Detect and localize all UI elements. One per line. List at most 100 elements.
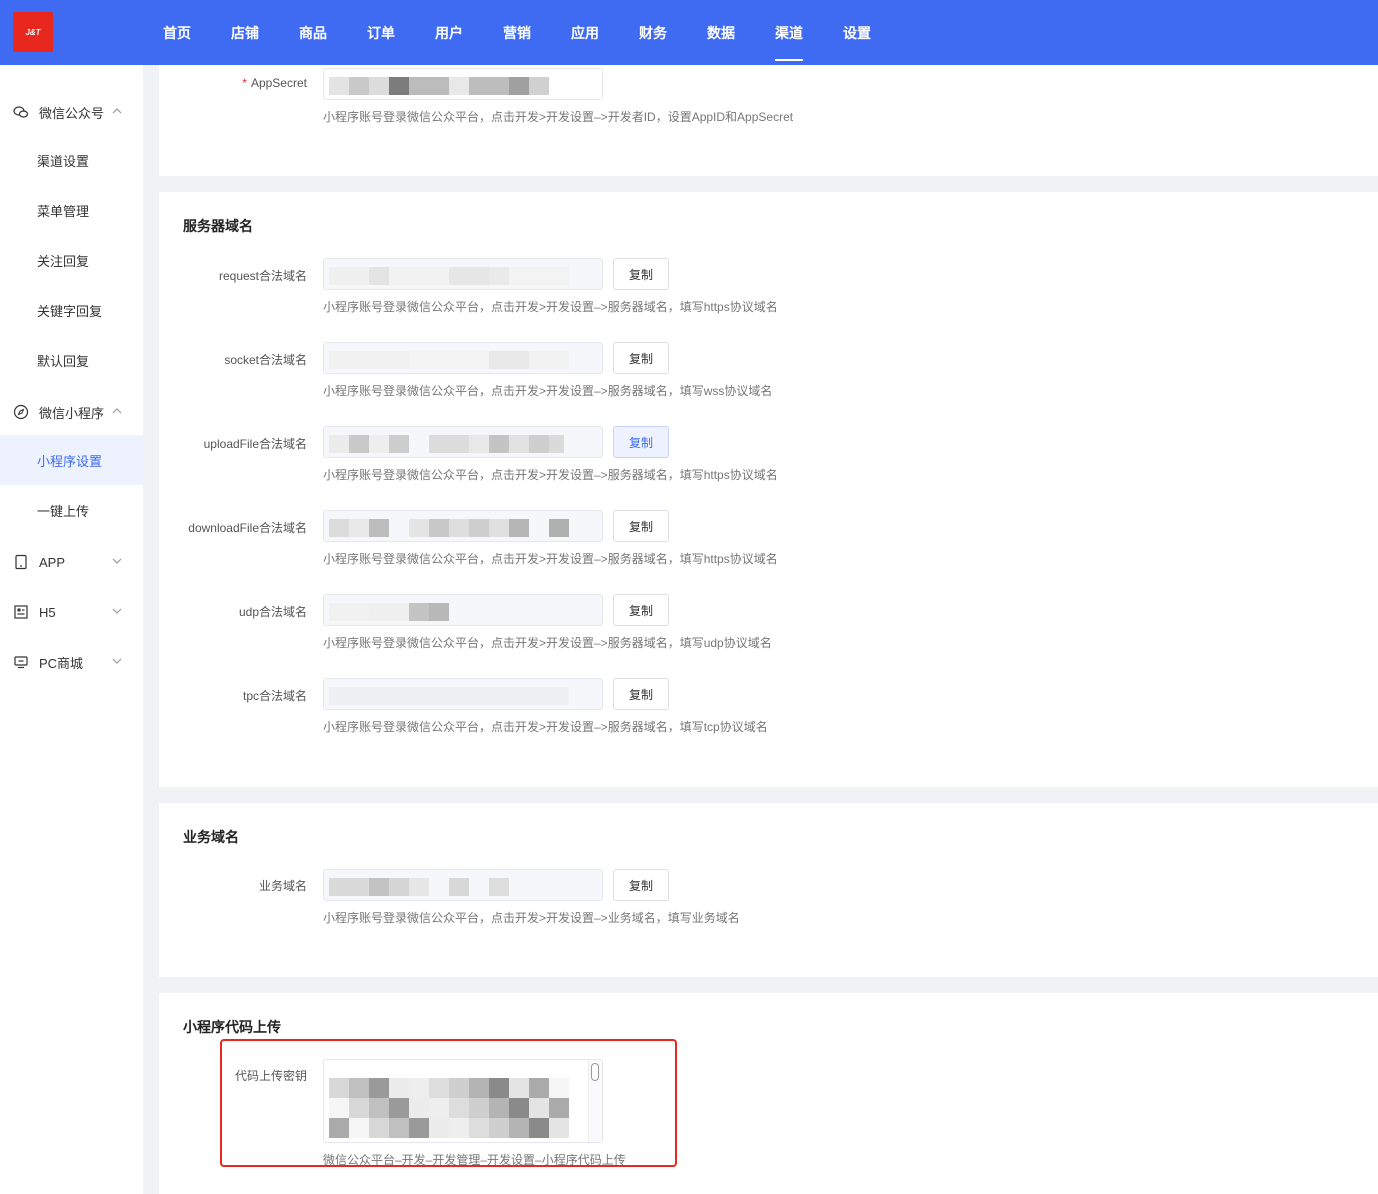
nav-item[interactable]: 首页 xyxy=(143,0,211,65)
appsecret-input[interactable] xyxy=(323,68,603,100)
mosaic-cell xyxy=(329,1098,349,1118)
blurred-value xyxy=(489,351,529,369)
chevron-up-icon xyxy=(112,408,122,414)
sidebar-group-mini-program[interactable]: 微信小程序 xyxy=(0,387,143,437)
copy-button-label: 复制 xyxy=(628,519,653,534)
mosaic-cell xyxy=(489,1118,509,1138)
copy-button[interactable]: 复制 xyxy=(613,510,669,542)
copy-button[interactable]: 复制 xyxy=(613,594,669,626)
domain-label: downloadFile合法域名 xyxy=(188,521,307,535)
sidebar-item[interactable]: 渠道设置 xyxy=(0,135,143,185)
domain-hint: 小程序账号登录微信公众平台，点击开发>开发设置–>服务器域名，填写https协议… xyxy=(323,552,778,566)
nav-item[interactable]: 数据 xyxy=(687,0,755,65)
nav-item[interactable]: 应用 xyxy=(551,0,619,65)
blurred-value xyxy=(369,519,389,537)
sidebar-group-h5[interactable]: H5 xyxy=(0,587,143,637)
sidebar-group-label: 微信公众号 xyxy=(39,105,105,121)
business-domain-hint: 小程序账号登录微信公众平台，点击开发>开发设置–>业务域名，填写业务域名 xyxy=(323,911,740,925)
copy-button-label: 复制 xyxy=(628,687,653,702)
nav-item-label: 商品 xyxy=(299,24,327,41)
sidebar-group-pc[interactable]: PC商城 xyxy=(0,637,143,687)
sidebar-item[interactable]: 默认回复 xyxy=(0,335,143,385)
business-domain-label: 业务域名 xyxy=(258,879,307,893)
nav-item-label: 渠道 xyxy=(775,24,803,41)
mosaic-cell xyxy=(329,1118,349,1138)
chevron-up-icon xyxy=(112,108,122,114)
blurred-value xyxy=(509,435,529,453)
nav-item[interactable]: 设置 xyxy=(823,0,891,65)
domain-hint: 小程序账号登录微信公众平台，点击开发>开发设置–>服务器域名，填写https协议… xyxy=(323,300,778,314)
sidebar-item[interactable]: 菜单管理 xyxy=(0,185,143,235)
nav-item[interactable]: 店铺 xyxy=(211,0,279,65)
sidebar-item[interactable]: 小程序设置 xyxy=(0,435,143,485)
top-navigation-bar: J&T 首页 店铺 商品 订单 用户 营销 应用 财务 数据 渠道 设置 xyxy=(0,0,1378,65)
code-upload-key-textarea[interactable] xyxy=(323,1059,603,1143)
nav-item[interactable]: 用户 xyxy=(415,0,483,65)
mosaic-cell xyxy=(489,1098,509,1118)
server-domain-title: 服务器域名 xyxy=(183,218,253,234)
nav-item-label: 财务 xyxy=(639,24,667,41)
nav-item[interactable]: 商品 xyxy=(279,0,347,65)
domain-input[interactable] xyxy=(323,510,603,542)
mosaic-cell xyxy=(449,1078,469,1098)
domain-input[interactable] xyxy=(323,258,603,290)
nav-item[interactable]: 营销 xyxy=(483,0,551,65)
tablet-icon xyxy=(15,554,27,570)
business-domain-title: 业务域名 xyxy=(183,829,239,845)
blurred-value xyxy=(429,519,449,537)
sidebar-item[interactable]: 一键上传 xyxy=(0,485,143,535)
blurred-value xyxy=(509,267,569,285)
blurred-value xyxy=(489,267,509,285)
domain-input[interactable] xyxy=(323,342,603,374)
sidebar-group-label: H5 xyxy=(39,604,56,620)
blurred-value xyxy=(489,519,509,537)
chevron-down-icon xyxy=(112,608,122,614)
domain-hint: 小程序账号登录微信公众平台，点击开发>开发设置–>服务器域名，填写https协议… xyxy=(323,468,778,482)
business-domain-input[interactable] xyxy=(323,869,603,901)
mosaic-cell xyxy=(389,1078,409,1098)
nav-item-label: 订单 xyxy=(367,24,395,41)
blurred-value xyxy=(369,435,389,453)
blurred-value xyxy=(329,687,569,705)
copy-button[interactable]: 复制 xyxy=(613,426,669,458)
domain-input[interactable] xyxy=(323,594,603,626)
mosaic-cell xyxy=(329,1078,349,1098)
nav-item[interactable]: 渠道 xyxy=(755,0,823,65)
mosaic-cell xyxy=(469,1078,489,1098)
brand-logo[interactable]: J&T xyxy=(13,12,53,52)
blurred-value xyxy=(449,519,469,537)
nav-item-label: 店铺 xyxy=(231,24,259,41)
blurred-value xyxy=(369,267,389,285)
domain-input[interactable] xyxy=(323,678,603,710)
mosaic-cell xyxy=(369,1078,389,1098)
sidebar-item[interactable]: 关键字回复 xyxy=(0,285,143,335)
code-upload-card: 小程序代码上传 代码上传密钥 微信公众平台–开发–开发管理–开发设置–小程序代码… xyxy=(159,993,1378,1194)
blurred-value xyxy=(469,519,489,537)
copy-button[interactable]: 复制 xyxy=(613,678,669,710)
server-domain-card: 服务器域名 request合法域名 复制 小程序账号登录微信公众平台，点击开发>开发… xyxy=(159,192,1378,787)
sidebar-item[interactable]: 关注回复 xyxy=(0,235,143,285)
mosaic-cell xyxy=(529,1078,549,1098)
blurred-value xyxy=(329,435,349,453)
blurred-value xyxy=(329,351,409,369)
sidebar-group-wechat-official[interactable]: 微信公众号 xyxy=(0,87,143,137)
copy-button[interactable]: 复制 xyxy=(613,258,669,290)
domain-input[interactable] xyxy=(323,426,603,458)
textarea-scrollbar[interactable] xyxy=(588,1060,602,1142)
brand-logo-text: J&T xyxy=(25,27,41,37)
copy-button[interactable]: 复制 xyxy=(613,342,669,374)
sidebar-group-label: PC商城 xyxy=(39,655,84,671)
nav-item[interactable]: 订单 xyxy=(347,0,415,65)
appsecret-label: * AppSecret xyxy=(159,76,307,90)
copy-button[interactable]: 复制 xyxy=(613,869,669,901)
blurred-value xyxy=(409,519,429,537)
blurred-value xyxy=(509,519,529,537)
sidebar-group-label: 微信小程序 xyxy=(39,405,105,421)
mosaic-cell xyxy=(509,1098,529,1118)
blurred-value xyxy=(449,267,489,285)
blurred-value xyxy=(409,603,429,621)
textarea-scroll-thumb[interactable] xyxy=(591,1063,599,1081)
sidebar-group-app[interactable]: APP xyxy=(0,537,143,587)
nav-item[interactable]: 财务 xyxy=(619,0,687,65)
chevron-down-icon xyxy=(112,558,122,564)
